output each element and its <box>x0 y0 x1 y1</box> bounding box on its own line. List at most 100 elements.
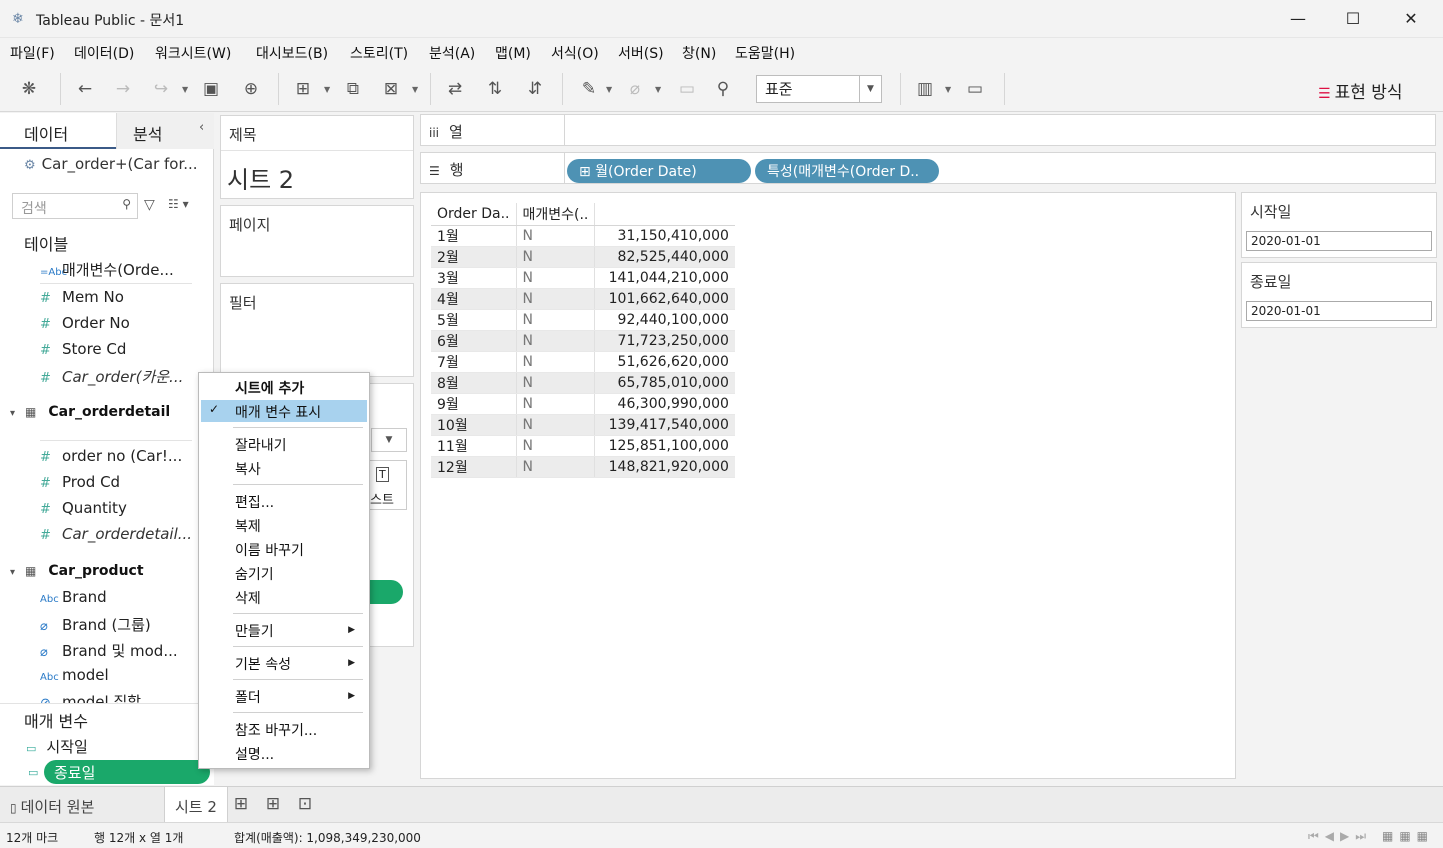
field-brand-group[interactable]: ⌀ Brand (그룹) <box>40 614 151 635</box>
month-cell[interactable]: 3월 <box>431 267 516 289</box>
menu-analysis[interactable]: 분석(A) <box>429 43 475 63</box>
menu-cut[interactable]: 잘라내기 <box>235 435 287 455</box>
month-cell[interactable]: 4월 <box>431 288 516 310</box>
param-start-date[interactable]: ▭ 시작일 <box>26 736 88 757</box>
month-cell[interactable]: 10월 <box>431 414 516 436</box>
pager-icons[interactable]: ⏮◀▶⏭ <box>1308 829 1372 844</box>
value-cell[interactable]: 148,821,920,000 <box>594 456 735 478</box>
menu-data[interactable]: 데이터(D) <box>74 43 134 63</box>
menu-delete[interactable]: 삭제 <box>235 588 261 608</box>
table-row[interactable]: 12월 N 148,821,920,000 <box>431 456 735 478</box>
sheet-title[interactable]: 시트 2 <box>227 160 294 195</box>
pill-month-order-date[interactable]: ⊞ 월(Order Date) <box>567 159 751 183</box>
fit-dropdown[interactable]: 표준 ▼ <box>756 75 882 103</box>
month-cell[interactable]: 7월 <box>431 351 516 373</box>
forward-icon[interactable]: → <box>112 78 134 100</box>
show-cards-icon[interactable]: ▥ <box>914 78 936 100</box>
table-row[interactable]: 4월 N 101,662,640,000 <box>431 288 735 310</box>
value-cell[interactable]: 46,300,990,000 <box>594 393 735 415</box>
list-view-icon[interactable]: ☷ ▾ <box>168 197 189 211</box>
menu-help[interactable]: 도움말(H) <box>735 43 795 63</box>
mark-type-dropdown[interactable]: ▼ <box>371 428 407 452</box>
value-cell[interactable]: 141,044,210,000 <box>594 267 735 289</box>
field-mem-no[interactable]: # Mem No <box>40 288 124 306</box>
pin-icon[interactable]: ⚲ <box>712 78 734 100</box>
parameter-cell[interactable]: N <box>515 351 595 373</box>
text-mark-button[interactable]: T 스트 <box>367 460 407 510</box>
value-cell[interactable]: 71,723,250,000 <box>594 330 735 352</box>
table-row[interactable]: 5월 N 92,440,100,000 <box>431 309 735 331</box>
menu-copy[interactable]: 복사 <box>235 459 261 479</box>
columns-shelf[interactable]: iii 열 <box>420 114 1436 146</box>
parameter-cell[interactable]: N <box>515 414 595 436</box>
table-row[interactable]: 6월 N 71,723,250,000 <box>431 330 735 352</box>
menu-file[interactable]: 파일(F) <box>10 43 55 63</box>
filters-card[interactable]: 필터 <box>220 283 414 377</box>
menu-server[interactable]: 서버(S) <box>618 43 664 63</box>
table-row[interactable]: 10월 N 139,417,540,000 <box>431 414 735 436</box>
field-store-cd[interactable]: # Store Cd <box>40 340 126 358</box>
table-car-product[interactable]: ▾ ▦ Car_product <box>10 563 144 579</box>
field-brand[interactable]: Abc Brand <box>40 588 107 606</box>
menu-folder[interactable]: 폴더 <box>235 687 261 707</box>
menu-story[interactable]: 스토리(T) <box>350 43 408 63</box>
new-dashboard-icon[interactable]: ⊞ <box>262 793 284 815</box>
tab-sheet-2[interactable]: 시트 2 <box>164 787 228 823</box>
parameter-cell[interactable]: N <box>515 456 595 478</box>
parameter-cell[interactable]: N <box>515 246 595 268</box>
end-date-input[interactable]: 2020-01-01 <box>1246 301 1432 321</box>
show-labels-icon[interactable]: ▭ <box>676 78 698 100</box>
sort-ascending-icon[interactable]: ⇅ <box>484 78 506 100</box>
month-cell[interactable]: 6월 <box>431 330 516 352</box>
menu-window[interactable]: 창(N) <box>682 43 716 63</box>
highlight-icon[interactable]: ✎ <box>578 78 600 100</box>
field-quantity[interactable]: # Quantity <box>40 499 127 517</box>
table-row[interactable]: 11월 N 125,851,100,000 <box>431 435 735 457</box>
field-car-orderdetail-count[interactable]: # Car_orderdetail... <box>40 525 192 543</box>
table-row[interactable]: 7월 N 51,626,620,000 <box>431 351 735 373</box>
value-cell[interactable]: 92,440,100,000 <box>594 309 735 331</box>
parameter-cell[interactable]: N <box>515 309 595 331</box>
field-order-no[interactable]: # Order No <box>40 314 130 332</box>
field-order-no-detail[interactable]: # order no (Car!... <box>40 447 182 465</box>
menu-default-properties[interactable]: 기본 속성 <box>235 654 291 674</box>
month-cell[interactable]: 11월 <box>431 435 516 457</box>
parameter-cell[interactable]: N <box>515 372 595 394</box>
table-row[interactable]: 1월 N 31,150,410,000 <box>431 225 735 247</box>
tab-datasource[interactable]: ▯ 데이터 원본 <box>0 787 104 823</box>
pill-parameter-attribute[interactable]: 특성(매개변수(Order D.. <box>755 159 939 183</box>
save-icon[interactable]: ▣ <box>200 78 222 100</box>
value-cell[interactable]: 139,417,540,000 <box>594 414 735 436</box>
menu-map[interactable]: 맵(M) <box>495 43 531 63</box>
parameter-cell[interactable]: N <box>515 288 595 310</box>
new-story-icon[interactable]: ⊡ <box>294 793 316 815</box>
maximize-button[interactable]: ☐ <box>1339 6 1367 32</box>
field-parameter-order[interactable]: =Abc매개변수(Orde... <box>40 259 174 280</box>
search-input[interactable]: 검색 ⚲ <box>12 193 138 219</box>
header-order-date[interactable]: Order Da.. <box>431 203 516 226</box>
parameter-cell[interactable]: N <box>515 225 595 247</box>
new-sheet-icon[interactable]: ⊞ <box>292 78 314 100</box>
menu-describe[interactable]: 설명... <box>235 744 274 764</box>
new-worksheet-icon[interactable]: ⊞ <box>230 793 252 815</box>
menu-edit[interactable]: 편집... <box>235 492 274 512</box>
menu-replace-references[interactable]: 참조 바꾸기... <box>235 720 317 740</box>
month-cell[interactable]: 2월 <box>431 246 516 268</box>
collapse-icon[interactable]: ‹ <box>199 120 204 135</box>
value-cell[interactable]: 125,851,100,000 <box>594 435 735 457</box>
tab-data[interactable]: 데이터 <box>0 113 116 149</box>
menu-show-parameter[interactable]: 매개 변수 표시 <box>235 402 321 422</box>
parameter-cell[interactable]: N <box>515 330 595 352</box>
pages-card[interactable]: 페이지 <box>220 205 414 277</box>
clear-sheet-icon[interactable]: ⊠ <box>380 78 402 100</box>
month-cell[interactable]: 9월 <box>431 393 516 415</box>
duplicate-sheet-icon[interactable]: ⧉ <box>342 78 364 100</box>
redo-icon[interactable]: ↪ <box>150 78 172 100</box>
show-me-button[interactable]: ☰ 표현 방식 <box>1318 78 1403 103</box>
datasource-item[interactable]: ⚙ Car_order+(Car for... <box>24 155 198 173</box>
month-cell[interactable]: 1월 <box>431 225 516 247</box>
field-model[interactable]: Abc model <box>40 666 109 684</box>
menu-worksheet[interactable]: 워크시트(W) <box>155 43 231 63</box>
table-row[interactable]: 2월 N 82,525,440,000 <box>431 246 735 268</box>
header-parameter[interactable]: 매개변수(.. <box>515 203 595 226</box>
